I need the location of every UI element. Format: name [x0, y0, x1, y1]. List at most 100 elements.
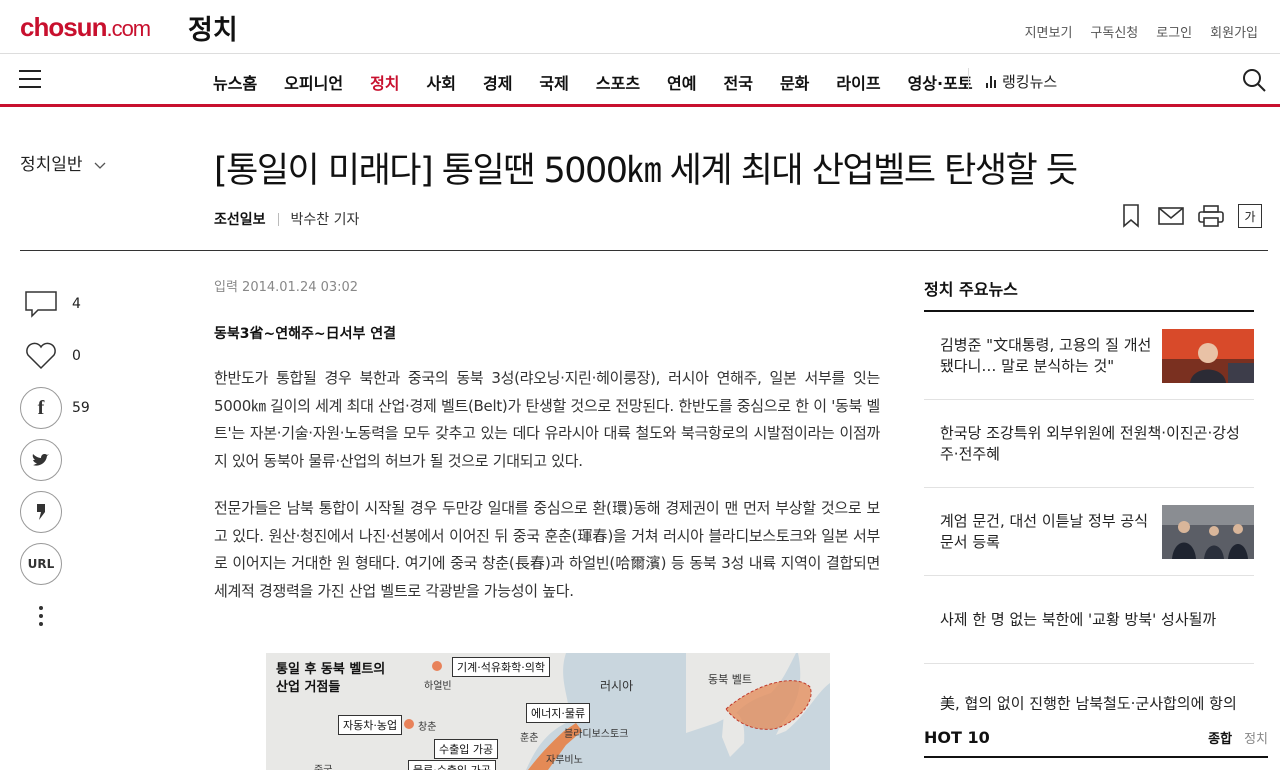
- news-title[interactable]: 美, 협의 없이 진행한 남북철도·군사합의에 항의: [940, 694, 1270, 715]
- article-body: 입력 2014.01.24 03:02 동북3省~연해주~日서부 연결 한반도가…: [214, 276, 880, 605]
- top-bar: chosun.com 정치 지면보기 구독신청 로그인 회원가입: [0, 0, 1280, 52]
- more-row[interactable]: [20, 595, 100, 637]
- email-icon[interactable]: [1158, 203, 1184, 229]
- search-icon[interactable]: [1242, 68, 1266, 92]
- util-link-signup[interactable]: 회원가입: [1210, 22, 1258, 41]
- news-title[interactable]: 김병준 "文대통령, 고용의 질 개선됐다니… 말로 분식하는 것": [940, 335, 1160, 377]
- news-title[interactable]: 계엄 문건, 대선 이튿날 정부 공식 문서 등록: [940, 511, 1160, 553]
- map-inset: 동북 벨트: [686, 653, 830, 770]
- utility-links: 지면보기 구독신청 로그인 회원가입: [1025, 22, 1258, 41]
- news-title[interactable]: 한국당 조강특위 외부위원에 전원책·이진곤·강성주·전주혜: [940, 423, 1240, 465]
- like-count: 0: [72, 348, 81, 364]
- tab-politics[interactable]: 정치: [1244, 728, 1268, 747]
- more-vertical-icon[interactable]: [20, 595, 62, 637]
- kakao-row[interactable]: [20, 491, 100, 533]
- nav-item-society[interactable]: 사회: [427, 70, 456, 94]
- twitter-icon[interactable]: [20, 439, 62, 481]
- newspaper-name: 조선일보: [214, 212, 266, 228]
- chosun-logo[interactable]: chosun.com: [20, 12, 151, 43]
- article-paragraph: 전문가들은 남북 통합이 시작될 경우 두만강 일대를 중심으로 환(環)동해 …: [214, 499, 880, 600]
- map-main: 통일 후 동북 벨트의 산업 거점들 기계·석유화학·의학 하얼빈 자동차·농업…: [266, 653, 686, 770]
- hot10-tabs: 종합 정치: [1208, 728, 1268, 747]
- sidebar: 정치 주요뉴스 김병준 "文대통령, 고용의 질 개선됐다니… 말로 분식하는 …: [924, 276, 1254, 744]
- nav-item-politics[interactable]: 정치: [370, 70, 399, 94]
- nav-item-international[interactable]: 국제: [539, 70, 568, 94]
- sidebar-heading: 정치 주요뉴스: [924, 276, 1254, 312]
- font-size-button[interactable]: 가: [1238, 204, 1262, 228]
- place-label: 훈춘: [520, 733, 539, 744]
- share-column: 4 0 f 59 URL: [20, 283, 100, 647]
- nav-item-life[interactable]: 라이프: [836, 70, 880, 94]
- news-title[interactable]: 사제 한 명 없는 북한에 '교황 방북' 성사될까: [940, 609, 1250, 630]
- like-row[interactable]: 0: [20, 335, 100, 377]
- ranking-news-link[interactable]: 랭킹뉴스: [986, 71, 1057, 92]
- tab-overall[interactable]: 종합: [1208, 728, 1232, 747]
- map-tag: 물류·수출입 가공: [408, 760, 496, 770]
- nav-item-national[interactable]: 전국: [724, 70, 753, 94]
- twitter-row[interactable]: [20, 439, 100, 481]
- news-thumbnail[interactable]: [1162, 504, 1254, 559]
- bookmark-icon[interactable]: [1118, 203, 1144, 229]
- reporter-name[interactable]: 박수찬 기자: [291, 209, 360, 229]
- sidebar-news-item[interactable]: 계엄 문건, 대선 이튿날 정부 공식 문서 등록: [924, 488, 1254, 576]
- nav-item-sports[interactable]: 스포츠: [596, 70, 640, 94]
- article-tools: 가: [1118, 203, 1262, 229]
- util-link-paper-view[interactable]: 지면보기: [1025, 22, 1073, 41]
- heart-icon[interactable]: [20, 335, 62, 377]
- sidebar-news-item[interactable]: 한국당 조강특위 외부위원에 전원책·이진곤·강성주·전주혜: [924, 400, 1254, 488]
- nav-item-culture[interactable]: 문화: [780, 70, 809, 94]
- hot10-rule: [924, 756, 1268, 758]
- menu-icon[interactable]: [19, 70, 41, 88]
- location-marker: [432, 661, 442, 671]
- map-tag: 에너지·물류: [526, 703, 591, 723]
- figure-title: 통일 후 동북 벨트의 산업 거점들: [276, 661, 385, 697]
- map-figure[interactable]: 통일 후 동북 벨트의 산업 거점들 기계·석유화학·의학 하얼빈 자동차·농업…: [266, 653, 830, 770]
- inset-label: 동북 벨트: [708, 673, 752, 686]
- category-dropdown[interactable]: 정치일반: [20, 150, 106, 175]
- nav-item-newshome[interactable]: 뉴스홈: [213, 70, 257, 94]
- map-tag: 수출입 가공: [434, 739, 499, 759]
- kakao-story-icon[interactable]: [20, 491, 62, 533]
- place-label: 자루비노: [546, 755, 583, 766]
- util-link-subscribe[interactable]: 구독신청: [1090, 22, 1138, 41]
- place-label: 창춘: [418, 722, 437, 733]
- comment-icon[interactable]: [20, 283, 62, 325]
- sidebar-news-item[interactable]: 김병준 "文대통령, 고용의 질 개선됐다니… 말로 분식하는 것": [924, 312, 1254, 400]
- hot10-header: HOT 10 종합 정치: [924, 728, 1268, 747]
- nav-items: 뉴스홈 오피니언 정치 사회 경제 국제 스포츠 연예 전국 문화 라이프 영상…: [213, 70, 1000, 94]
- map-tag: 기계·석유화학·의학: [452, 657, 550, 677]
- sidebar-news-item[interactable]: 사제 한 명 없는 북한에 '교황 방북' 성사될까: [924, 576, 1254, 664]
- url-copy-button[interactable]: URL: [20, 543, 62, 585]
- location-marker: [404, 719, 414, 729]
- print-icon[interactable]: [1198, 203, 1224, 229]
- chevron-down-icon: [94, 162, 106, 169]
- publish-date: 입력 2014.01.24 03:02: [214, 280, 359, 295]
- facebook-icon[interactable]: f: [20, 387, 62, 429]
- nav-item-video-photo[interactable]: 영상·포토: [908, 70, 973, 94]
- article-paragraph: 한반도가 통합될 경우 북한과 중국의 동북 3성(랴오닝·지린·헤이룽장), …: [214, 369, 880, 470]
- category-label: 정치일반: [20, 155, 83, 175]
- comment-row[interactable]: 4: [20, 283, 100, 325]
- nav-item-entertainment[interactable]: 연예: [667, 70, 696, 94]
- main-nav: 뉴스홈 오피니언 정치 사회 경제 국제 스포츠 연예 전국 문화 라이프 영상…: [0, 53, 1280, 107]
- place-label: 중국: [314, 761, 332, 770]
- figure-title-line: 산업 거점들: [276, 680, 341, 695]
- news-thumbnail[interactable]: [1162, 328, 1254, 383]
- place-label: 블라디보스토크: [564, 729, 629, 740]
- section-title: 정치: [188, 15, 238, 46]
- hot10-heading: HOT 10: [924, 728, 990, 747]
- comment-count: 4: [72, 296, 81, 312]
- figure-title-line: 통일 후 동북 벨트의: [276, 662, 386, 677]
- article-title: [통일이 미래다] 통일땐 5000㎞ 세계 최대 산업벨트 탄생할 듯: [214, 151, 1078, 191]
- nav-divider: [968, 68, 969, 90]
- util-link-login[interactable]: 로그인: [1156, 22, 1192, 41]
- bar-chart-icon: [986, 75, 996, 88]
- ranking-label: 랭킹뉴스: [1002, 73, 1058, 91]
- nav-item-opinion[interactable]: 오피니언: [284, 70, 343, 94]
- nav-item-economy[interactable]: 경제: [483, 70, 512, 94]
- url-row[interactable]: URL: [20, 543, 100, 585]
- facebook-row[interactable]: f 59: [20, 387, 100, 429]
- map-tag: 자동차·농업: [338, 715, 403, 735]
- place-label: 러시아: [600, 679, 634, 693]
- header-rule: [20, 250, 1268, 251]
